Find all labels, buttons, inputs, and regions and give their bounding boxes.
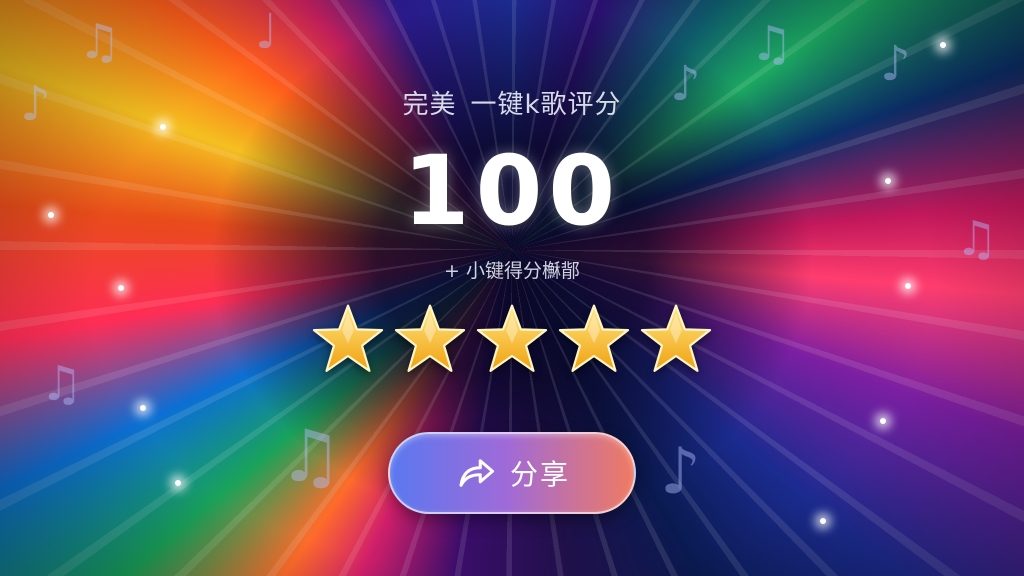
sparkle bbox=[905, 283, 911, 289]
sparkle bbox=[118, 285, 124, 291]
star-icon bbox=[475, 302, 549, 378]
music-note-icon: ♫ bbox=[78, 14, 122, 70]
score-value: 100 bbox=[402, 135, 622, 247]
music-note-icon: ♪ bbox=[660, 435, 701, 509]
rating-label: 完美 bbox=[402, 90, 457, 120]
score-bonus-text: + 小键得分櫯鄁 bbox=[444, 260, 580, 282]
sparkle bbox=[160, 124, 166, 130]
sparkle bbox=[175, 480, 181, 486]
music-note-icon: ♫ bbox=[278, 414, 343, 498]
star-icon bbox=[311, 302, 385, 378]
star-icon bbox=[557, 302, 631, 378]
music-note-icon: ♩ bbox=[255, 4, 278, 60]
share-arrow-icon bbox=[454, 452, 496, 494]
page-title: 完美 一键k歌评分 bbox=[0, 84, 1024, 121]
star-icon bbox=[393, 302, 467, 378]
sparkle bbox=[880, 418, 886, 424]
share-button[interactable]: 分享 bbox=[388, 432, 636, 514]
sparkle bbox=[940, 42, 946, 48]
app-title: 一键k歌评分 bbox=[470, 90, 622, 120]
sparkle bbox=[820, 518, 826, 524]
share-label: 分享 bbox=[509, 458, 570, 491]
music-note-icon: ♫ bbox=[750, 16, 794, 72]
star-icon bbox=[639, 302, 713, 378]
star-rating bbox=[0, 302, 1024, 378]
sparkle bbox=[140, 405, 146, 411]
music-note-icon: ♪ bbox=[880, 36, 911, 92]
